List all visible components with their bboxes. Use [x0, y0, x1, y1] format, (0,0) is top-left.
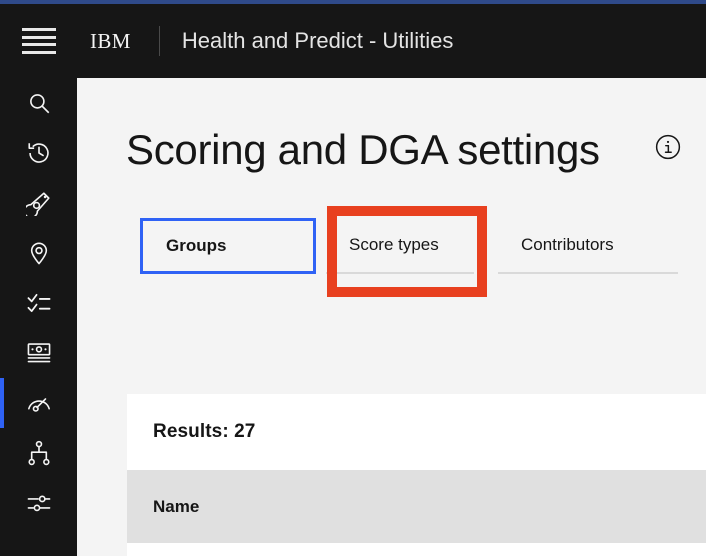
header-divider	[158, 26, 160, 56]
tab-groups[interactable]: Groups	[140, 218, 316, 274]
location-pin-icon	[26, 240, 52, 266]
sidebar-item-costs[interactable]	[0, 328, 77, 378]
sidebar-item-work-orders[interactable]	[0, 278, 77, 328]
sidebar-item-locations[interactable]	[0, 228, 77, 278]
hamburger-menu-icon	[21, 28, 56, 54]
gauge-meter-icon	[26, 390, 52, 416]
app-root: IBM Health and Predict - Utilities Scori…	[0, 0, 706, 556]
sidebar-item-assets[interactable]	[0, 178, 77, 228]
asset-tag-icon	[25, 190, 52, 216]
sidebar-item-hierarchy[interactable]	[0, 428, 77, 478]
app-title[interactable]: Health and Predict - Utilities	[182, 28, 453, 54]
checklist-icon	[26, 290, 52, 316]
tab-list: Groups Score types Contributors	[126, 218, 706, 280]
global-header: IBM Health and Predict - Utilities	[0, 4, 706, 78]
sidebar-item-search[interactable]	[0, 78, 77, 128]
table-header-row: Name	[127, 470, 706, 543]
brand-label[interactable]: IBM	[77, 29, 131, 54]
history-icon	[26, 140, 52, 166]
settings-sliders-icon	[26, 490, 52, 516]
tab-score-types-label: Score types	[349, 235, 439, 254]
results-count-label: Results: 27	[153, 421, 256, 442]
hamburger-menu-button[interactable]	[0, 4, 77, 78]
table-column-header-name[interactable]: Name	[127, 497, 199, 517]
tab-contributors-label: Contributors	[521, 235, 614, 254]
tab-score-types[interactable]: Score types	[326, 218, 474, 274]
information-icon[interactable]	[654, 133, 682, 161]
table-row[interactable]	[127, 543, 706, 556]
hierarchy-tree-icon	[26, 440, 52, 466]
sidebar-item-settings[interactable]	[0, 478, 77, 528]
results-toolbar: Results: 27	[127, 394, 706, 470]
tab-groups-label: Groups	[166, 236, 227, 255]
currency-bill-icon	[26, 340, 52, 366]
page-header: Scoring and DGA settings	[126, 126, 706, 173]
sidebar-item-history[interactable]	[0, 128, 77, 178]
top-accent-bar	[0, 0, 706, 4]
left-nav-rail	[0, 78, 77, 556]
page-title: Scoring and DGA settings	[126, 126, 600, 173]
search-icon	[26, 90, 52, 116]
tab-contributors[interactable]: Contributors	[498, 218, 678, 274]
sidebar-item-health-and-scoring[interactable]	[0, 378, 77, 428]
results-card: Results: 27 Name	[127, 394, 706, 556]
